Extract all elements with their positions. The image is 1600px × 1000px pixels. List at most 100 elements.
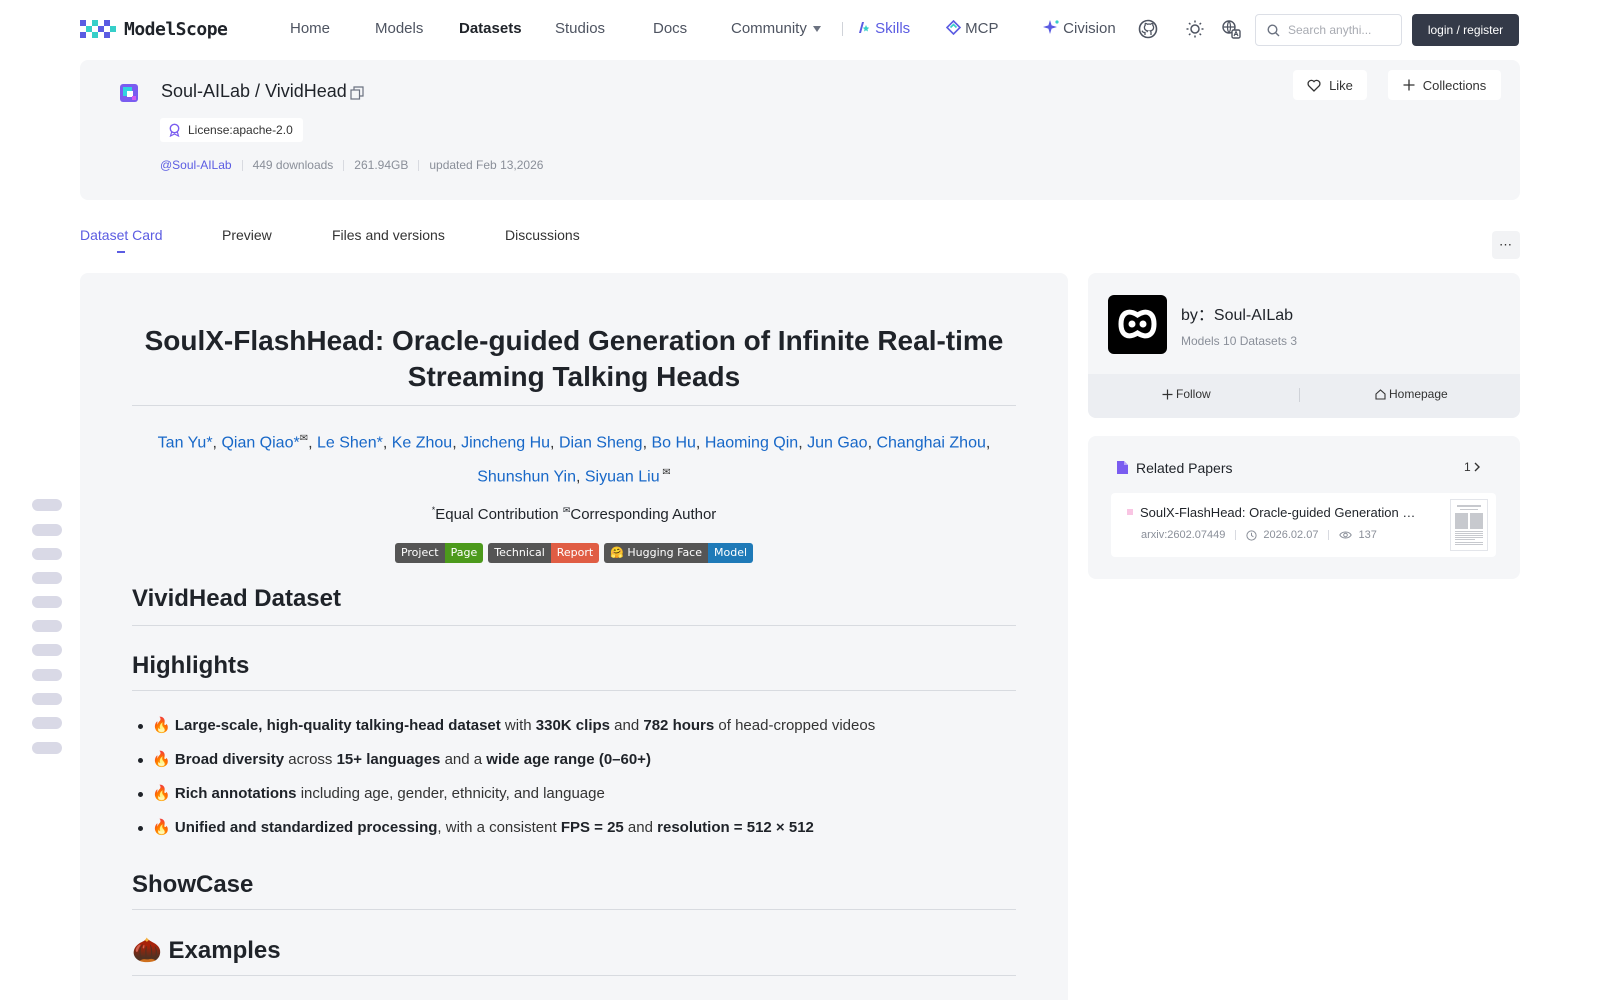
papers-count: 1	[1464, 460, 1471, 474]
login-register-button[interactable]: login / register	[1412, 14, 1519, 46]
paper-date: 2026.02.07	[1263, 529, 1319, 541]
toc-marker[interactable]	[32, 669, 62, 681]
highlight-bold-text: Broad diversity	[174, 750, 285, 768]
badge-link[interactable]: Project Page	[394, 542, 484, 563]
toc-marker[interactable]	[32, 596, 62, 608]
corresponding-mark: ✉	[299, 433, 309, 444]
homepage-button[interactable]: Homepage	[1375, 387, 1448, 401]
heading-highlights: Highlights	[132, 652, 1016, 691]
highlight-bold-text: Unified and standardized processing	[174, 818, 438, 836]
highlight-bold-text: 15+ languages	[336, 750, 441, 768]
dataset-card-content: SoulX-FlashHead: Oracle-guided Generatio…	[80, 273, 1068, 1000]
dataset-size: 261.94GB	[354, 158, 409, 172]
theme-sun-icon[interactable]	[1185, 19, 1205, 39]
nav-mcp[interactable]: MCP	[945, 19, 999, 37]
search-input[interactable]	[1288, 21, 1396, 39]
chevron-right-icon	[1474, 462, 1480, 472]
author-link[interactable]: Changhai Zhou	[876, 434, 985, 451]
updated-date: updated Feb 13,2026	[429, 158, 544, 172]
toc-marker[interactable]	[32, 572, 62, 584]
papers-count-link[interactable]: 1	[1464, 460, 1481, 474]
search-icon	[1267, 24, 1280, 37]
global-search[interactable]	[1255, 14, 1402, 46]
owner-link[interactable]: @Soul-AILab	[160, 158, 232, 172]
nav-home[interactable]: Home	[290, 20, 330, 37]
like-button[interactable]: Like	[1293, 70, 1367, 100]
author-separator: ,	[575, 468, 585, 486]
nav-datasets[interactable]: Datasets	[459, 20, 522, 37]
heart-icon	[1307, 79, 1321, 92]
highlight-bold-text: FPS = 25	[560, 818, 624, 836]
toc-marker[interactable]	[32, 644, 62, 656]
author-link[interactable]: Bo Hu	[651, 434, 695, 451]
toc-marker[interactable]	[32, 499, 62, 511]
author-link[interactable]: Dian Sheng	[559, 434, 643, 451]
skills-icon	[859, 22, 870, 33]
author-link[interactable]: Haoming Qin	[705, 434, 798, 451]
org-name[interactable]: by：Soul-AILab	[1181, 301, 1293, 325]
highlight-bold-text: resolution = 512 × 512	[657, 818, 814, 836]
dataset-header: Soul-AILab / VividHead License:apache-2.…	[80, 60, 1520, 200]
toc-marker[interactable]	[32, 742, 62, 754]
tab-discussions[interactable]: Discussions	[505, 227, 580, 243]
author-list: Tan Yu*, Qian Qiao*✉, Le Shen*, Ke Zhou,…	[132, 424, 1016, 493]
author-link[interactable]: Ke Zhou	[392, 434, 452, 451]
nav-studios[interactable]: Studios	[555, 20, 605, 37]
collections-button[interactable]: Collections	[1388, 70, 1501, 100]
author-link[interactable]: Tan Yu*	[158, 434, 213, 451]
nav-community[interactable]: Community	[731, 20, 821, 37]
modelscope-logo[interactable]: ModelScope	[80, 18, 228, 40]
github-icon[interactable]	[1138, 19, 1158, 39]
tab-files-and-versions[interactable]: Files and versions	[332, 227, 445, 243]
badge-link[interactable]: Technical Report	[488, 542, 600, 563]
mcp-icon	[945, 19, 962, 36]
nav-skills[interactable]: Skills	[857, 20, 910, 37]
dataset-meta: @Soul-AILab 449 downloads 261.94GB updat…	[160, 158, 543, 172]
license-tag: License:apache-2.0	[160, 118, 303, 142]
toc-marker[interactable]	[32, 717, 62, 729]
org-actions-divider	[1299, 388, 1300, 402]
author-link[interactable]: Jun Gao	[807, 434, 867, 451]
toc-marker[interactable]	[32, 524, 62, 536]
tab-dataset-card[interactable]: Dataset Card	[80, 227, 162, 243]
author-link[interactable]: Qian Qiao*	[221, 434, 299, 451]
org-avatar[interactable]	[1108, 295, 1167, 354]
badge-label: 🤗 Hugging Face	[604, 542, 708, 563]
author-separator: ,	[452, 434, 462, 452]
tab-preview[interactable]: Preview	[222, 227, 272, 243]
highlight-text: , with a consistent	[437, 818, 561, 836]
org-stats: Models 10 Datasets 3	[1181, 334, 1298, 348]
highlights-list: 🔥 Large-scale, high-quality talking-head…	[132, 709, 1016, 845]
author-separator: ,	[695, 434, 705, 452]
nav-models[interactable]: Models	[375, 20, 423, 37]
nav-docs[interactable]: Docs	[653, 20, 687, 37]
toc-marker[interactable]	[32, 620, 62, 632]
heading-showcase: ShowCase	[132, 871, 1016, 910]
author-link[interactable]: Le Shen*	[317, 434, 383, 451]
nav-civision[interactable]: Civision	[1043, 20, 1116, 37]
paper-item[interactable]: SoulX-FlashHead: Oracle-guided Generatio…	[1111, 493, 1496, 557]
toc-marker[interactable]	[32, 693, 62, 705]
eye-icon	[1339, 531, 1353, 539]
fire-icon: 🔥	[152, 784, 175, 802]
equal-contribution: Equal Contribution	[435, 505, 563, 523]
language-switch-icon[interactable]	[1221, 19, 1241, 39]
badge-label: Technical	[488, 542, 551, 563]
toc-marker[interactable]	[32, 548, 62, 560]
follow-button[interactable]: Follow	[1162, 387, 1211, 401]
copy-icon[interactable]	[350, 86, 364, 100]
dataset-title: Soul-AILab / VividHead	[161, 81, 347, 101]
badge-link[interactable]: 🤗 Hugging Face Model	[604, 542, 754, 563]
highlight-bold-text: Large-scale, high-quality talking-head d…	[174, 716, 501, 734]
meta-divider	[1328, 530, 1330, 540]
readme-article: SoulX-FlashHead: Oracle-guided Generatio…	[132, 323, 1016, 976]
author-link[interactable]: Shunshun Yin	[477, 469, 576, 486]
author-link[interactable]: Jincheng Hu	[461, 434, 550, 451]
author-link[interactable]: Siyuan Liu	[585, 469, 660, 486]
more-options-button[interactable]: ⋯	[1492, 231, 1520, 259]
author-separator: ,	[550, 434, 559, 452]
highlight-text: including age, gender, ethnicity, and la…	[296, 784, 605, 802]
active-tab-indicator	[117, 251, 125, 253]
homepage-label: Homepage	[1389, 387, 1448, 401]
paper-name: SoulX-FlashHead: Oracle-guided Generatio…	[1140, 505, 1420, 520]
